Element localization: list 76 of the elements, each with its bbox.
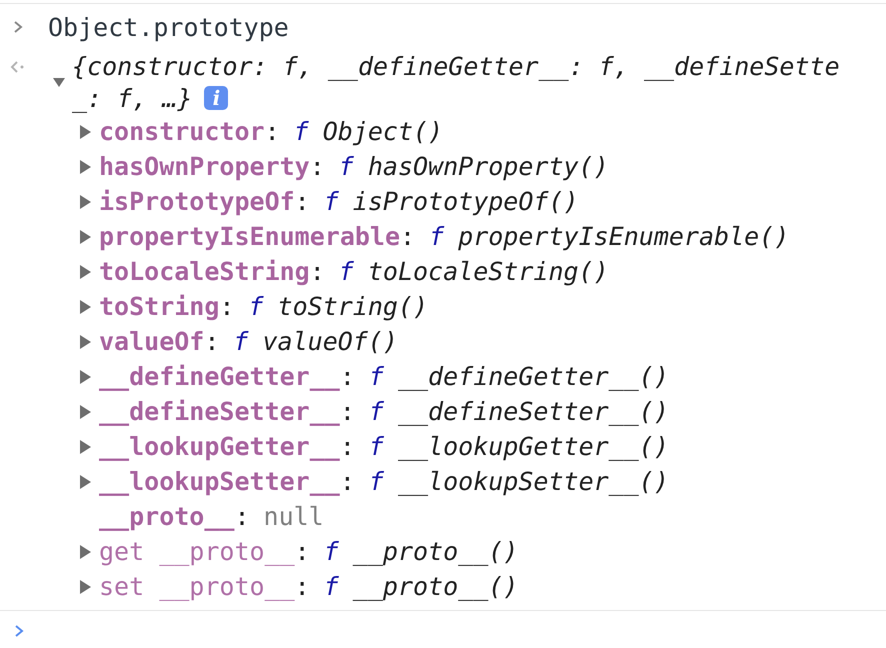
function-mark: f bbox=[368, 467, 384, 496]
object-summary: {constructor: f, __defineGetter__: f, __defineSette bbox=[72, 52, 840, 80]
expand-triangle-icon[interactable] bbox=[80, 370, 91, 384]
expand-triangle-icon[interactable] bbox=[80, 404, 91, 418]
property-name: __defineGetter__ bbox=[99, 362, 340, 391]
property-name: isPrototypeOf bbox=[99, 187, 295, 216]
property-value: null bbox=[264, 502, 324, 531]
property-value: __defineSetter__() bbox=[398, 397, 669, 426]
colon: : bbox=[294, 572, 310, 601]
property-value: hasOwnProperty() bbox=[368, 152, 609, 181]
function-mark: f bbox=[429, 222, 444, 251]
chevron-icon bbox=[13, 20, 23, 34]
input-text: Object.prototype bbox=[48, 12, 289, 42]
expand-triangle-icon[interactable] bbox=[80, 580, 91, 594]
property-value: __lookupGetter__() bbox=[398, 432, 669, 461]
info-badge[interactable]: i bbox=[204, 86, 228, 110]
colon: : bbox=[340, 467, 355, 496]
function-mark: f bbox=[324, 187, 339, 216]
function-mark: f bbox=[324, 537, 339, 566]
colon: : bbox=[264, 117, 280, 146]
expand-triangle-icon[interactable] bbox=[80, 230, 91, 244]
property-value: __proto__() bbox=[352, 537, 518, 566]
expand-triangle-icon[interactable] bbox=[80, 160, 91, 174]
function-mark: f bbox=[294, 117, 309, 146]
function-mark: f bbox=[368, 397, 384, 426]
expand-triangle-icon[interactable] bbox=[80, 194, 91, 208]
colon: : bbox=[340, 362, 355, 391]
property-name: propertyIsEnumerable bbox=[99, 222, 400, 251]
property-name: set __proto__ bbox=[99, 572, 295, 601]
expand-triangle-icon[interactable] bbox=[80, 264, 91, 278]
property-name: valueOf bbox=[99, 327, 204, 356]
function-mark: f bbox=[324, 572, 339, 601]
property-value: toLocaleString() bbox=[368, 257, 609, 286]
function-mark: f bbox=[338, 257, 354, 286]
function-mark: f bbox=[248, 292, 264, 321]
colon: : bbox=[340, 397, 355, 426]
object-summary: _: f, …} bbox=[72, 84, 192, 112]
function-mark: f bbox=[338, 152, 354, 181]
colon: : bbox=[294, 537, 310, 566]
property-value: toString() bbox=[278, 292, 428, 321]
property-name: __lookupGetter__ bbox=[99, 432, 340, 461]
colon: : bbox=[294, 187, 310, 216]
colon: : bbox=[219, 292, 234, 321]
colon: : bbox=[310, 152, 325, 181]
property-value: propertyIsEnumerable() bbox=[458, 222, 790, 251]
function-mark: f bbox=[233, 327, 248, 356]
prompt-icon[interactable] bbox=[14, 624, 24, 638]
property-name: get __proto__ bbox=[99, 537, 295, 566]
colon: : bbox=[340, 432, 355, 461]
property-name: __lookupSetter__ bbox=[99, 467, 340, 496]
property-name: toString bbox=[99, 292, 220, 321]
property-name: hasOwnProperty bbox=[99, 152, 310, 181]
property-value: __proto__() bbox=[352, 572, 518, 601]
colon: : bbox=[400, 222, 416, 251]
property-value: __lookupSetter__() bbox=[398, 467, 669, 496]
property-name: toLocaleString bbox=[99, 257, 310, 286]
expand-triangle-icon[interactable] bbox=[80, 440, 91, 454]
property-value: isPrototypeOf() bbox=[352, 187, 579, 216]
property-value: __defineGetter__() bbox=[398, 362, 669, 391]
expand-triangle-icon[interactable] bbox=[80, 300, 91, 314]
colon: : bbox=[310, 257, 325, 286]
function-mark: f bbox=[368, 432, 384, 461]
function-mark: f bbox=[368, 362, 384, 391]
property-name: constructor bbox=[99, 117, 265, 146]
expand-triangle-icon[interactable] bbox=[80, 334, 91, 348]
property-name: __defineSetter__ bbox=[99, 397, 340, 426]
colon: : bbox=[204, 327, 220, 356]
expand-triangle-icon[interactable] bbox=[80, 124, 91, 138]
expand-triangle-icon[interactable] bbox=[52, 76, 66, 88]
property-value: valueOf() bbox=[262, 327, 398, 356]
return-arrow-icon bbox=[10, 60, 26, 74]
property-value: Object() bbox=[322, 117, 444, 146]
expand-triangle-icon[interactable] bbox=[80, 544, 91, 558]
property-name: __proto__ bbox=[99, 502, 234, 531]
expand-triangle-icon[interactable] bbox=[80, 474, 91, 488]
colon: : bbox=[234, 502, 250, 531]
